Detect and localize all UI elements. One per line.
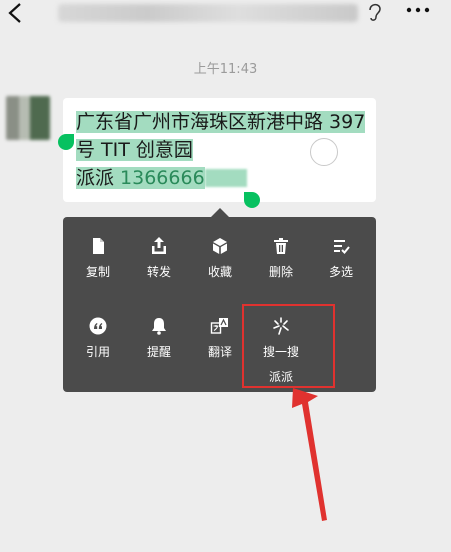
menu-favorite-label: 收藏 [207, 265, 232, 279]
more-horizontal-icon[interactable] [404, 2, 432, 18]
menu-remind-label: 提醒 [146, 345, 171, 359]
menu-quote-label: 引用 [85, 345, 110, 359]
ear-icon [369, 3, 381, 21]
menu-delete-label: 删除 [268, 265, 293, 279]
menu-remind[interactable]: 提醒 [129, 316, 189, 360]
menu-forward-label: 转发 [146, 265, 171, 279]
message-line-3-prefix: 派派 [76, 167, 121, 189]
menu-delete[interactable]: 删除 [251, 236, 311, 280]
menu-quote[interactable]: 引用 [68, 316, 128, 360]
menu-copy-label: 复制 [85, 265, 110, 279]
quote-icon [89, 317, 107, 335]
top-bar [0, 0, 451, 40]
menu-forward[interactable]: 转发 [129, 236, 189, 280]
favorite-cube-icon [213, 238, 227, 254]
selection-handle-end[interactable] [244, 192, 260, 208]
menu-copy[interactable]: 复制 [68, 236, 128, 280]
menu-translate[interactable]: 翻译 [190, 316, 250, 360]
phone-number: 1366666 [120, 167, 205, 189]
avatar[interactable] [6, 96, 50, 140]
select-circle-icon[interactable] [310, 138, 338, 166]
selection-handle-start[interactable] [58, 134, 74, 150]
annotation-highlight-box [242, 304, 335, 388]
forward-icon [152, 237, 166, 254]
chat-title-blurred [58, 4, 358, 22]
message-timestamp: 上午11:43 [193, 62, 258, 77]
menu-multiselect-label: 多选 [328, 265, 353, 279]
chevron-left-icon[interactable] [4, 0, 26, 32]
menu-favorite[interactable]: 收藏 [190, 236, 250, 280]
menu-pointer [211, 208, 229, 217]
menu-translate-label: 翻译 [207, 345, 232, 359]
copy-icon [93, 238, 104, 254]
multi-select-icon [334, 240, 350, 254]
message-line-2: 号 TIT 创意园 [76, 139, 193, 161]
message-line-1: 广东省广州市海珠区新港中路 397 [76, 111, 366, 133]
phone-number-blurred [204, 169, 247, 187]
trash-icon [274, 238, 288, 254]
bell-icon [152, 318, 166, 335]
translate-icon [210, 318, 228, 334]
menu-multiselect[interactable]: 多选 [311, 236, 371, 280]
